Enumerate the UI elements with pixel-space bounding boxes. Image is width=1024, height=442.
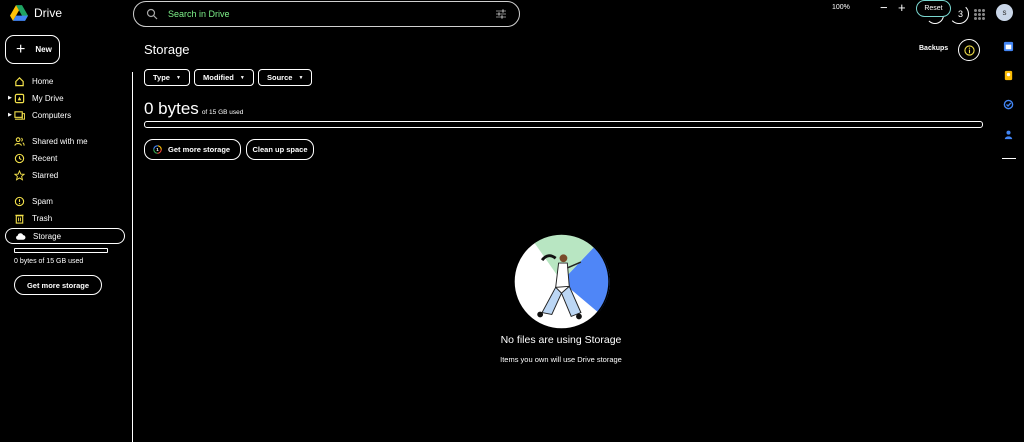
filter-modified-label: Modified <box>203 73 234 82</box>
google-one-icon: 1 <box>153 145 162 154</box>
search-options-icon[interactable] <box>495 8 507 20</box>
sidebar-item-label: Home <box>32 77 54 86</box>
new-button-label: New <box>35 45 52 54</box>
empty-state-title: No files are using Storage <box>500 334 622 346</box>
zoom-in-button[interactable]: + <box>898 0 906 15</box>
sidebar-item-label: Starred <box>32 171 59 180</box>
sidebar-item-label: Computers <box>32 111 72 120</box>
sidebar-item-starred[interactable]: Starred <box>5 168 125 184</box>
get-more-storage-button[interactable]: 1 Get more storage <box>144 139 241 160</box>
filter-type[interactable]: Type ▼ <box>144 69 190 86</box>
sidebar-item-recent[interactable]: Recent <box>5 151 125 167</box>
keep-icon[interactable] <box>1003 70 1014 81</box>
new-button[interactable]: + New <box>5 35 60 64</box>
storage-usage: 0 bytes of 15 GB used <box>144 99 243 119</box>
storage-usage-bar <box>144 121 983 128</box>
home-icon <box>15 76 24 87</box>
sidebar-item-computers[interactable]: ▶ Computers <box>5 108 125 124</box>
shared-icon <box>14 137 25 146</box>
empty-state-illustration <box>513 233 610 330</box>
sidebar-storage-used: 0 bytes of 15 GB used <box>14 258 84 265</box>
sidebar-item-label: Recent <box>32 154 58 163</box>
contacts-icon[interactable] <box>1003 129 1014 140</box>
svg-text:1: 1 <box>156 147 159 152</box>
clean-up-space-button[interactable]: Clean up space <box>246 139 314 160</box>
reset-zoom-button[interactable]: Reset <box>916 0 951 17</box>
drive-logo[interactable]: Drive <box>10 5 62 21</box>
sidebar-item-label: Storage <box>33 232 62 241</box>
rail-divider <box>1002 158 1016 159</box>
search-input[interactable] <box>168 9 495 19</box>
my-drive-icon <box>14 93 25 104</box>
filter-type-label: Type <box>153 73 170 82</box>
get-more-storage-label: Get more storage <box>168 145 231 154</box>
backups-link[interactable]: Backups <box>919 45 948 52</box>
drive-logo-icon <box>10 5 28 21</box>
computers-icon <box>14 111 25 120</box>
calendar-icon[interactable] <box>1003 41 1014 52</box>
sidebar-item-label: Spam <box>32 197 53 206</box>
apps-grid-icon[interactable] <box>974 9 985 20</box>
caret-down-icon: ▼ <box>175 74 181 81</box>
cloud-icon <box>16 233 26 240</box>
sidebar-item-shared[interactable]: Shared with me <box>5 134 125 150</box>
search-bar[interactable] <box>133 1 520 27</box>
spam-icon <box>14 196 25 207</box>
notification-count: 3 <box>958 9 964 19</box>
app-name: Drive <box>34 6 63 20</box>
info-icon <box>963 44 975 56</box>
sidebar-item-spam[interactable]: Spam <box>5 194 125 210</box>
empty-state-subtitle: Items you own will use Drive storage <box>500 355 622 364</box>
caret-down-icon: ▼ <box>239 74 245 81</box>
recent-icon <box>14 153 25 164</box>
search-icon[interactable] <box>146 8 158 20</box>
sidebar-item-label: My Drive <box>32 94 64 103</box>
usage-value: 0 bytes <box>144 99 199 118</box>
sidebar-item-label: Shared with me <box>32 137 88 146</box>
sidebar-item-trash[interactable]: Trash <box>5 211 125 227</box>
sidebar-storage-bar <box>14 248 108 253</box>
filter-modified[interactable]: Modified ▼ <box>194 69 254 86</box>
info-button[interactable] <box>958 39 980 61</box>
sidebar-item-storage[interactable]: Storage <box>5 228 125 244</box>
zoom-level: 100% <box>832 4 850 11</box>
page-title: Storage <box>144 42 190 57</box>
filter-source[interactable]: Source ▼ <box>258 69 313 86</box>
account-avatar[interactable]: s <box>996 4 1013 21</box>
usage-total: of 15 GB used <box>201 109 244 116</box>
filter-source-label: Source <box>267 73 293 82</box>
sidebar-item-my-drive[interactable]: ▶ My Drive <box>5 91 125 107</box>
sidebar-item-home[interactable]: Home <box>5 74 125 90</box>
expand-arrow-icon[interactable]: ▶ <box>8 112 12 118</box>
trash-icon <box>15 214 24 224</box>
zoom-out-button[interactable]: − <box>880 0 888 15</box>
caret-down-icon: ▼ <box>298 74 304 81</box>
expand-arrow-icon[interactable]: ▶ <box>8 95 12 101</box>
star-icon <box>14 170 25 181</box>
sidebar-get-more-storage-button[interactable]: Get more storage <box>14 275 102 295</box>
sidebar-divider <box>132 72 133 442</box>
tasks-icon[interactable] <box>1003 99 1014 110</box>
plus-icon: + <box>16 40 26 58</box>
sidebar-item-label: Trash <box>32 214 53 223</box>
